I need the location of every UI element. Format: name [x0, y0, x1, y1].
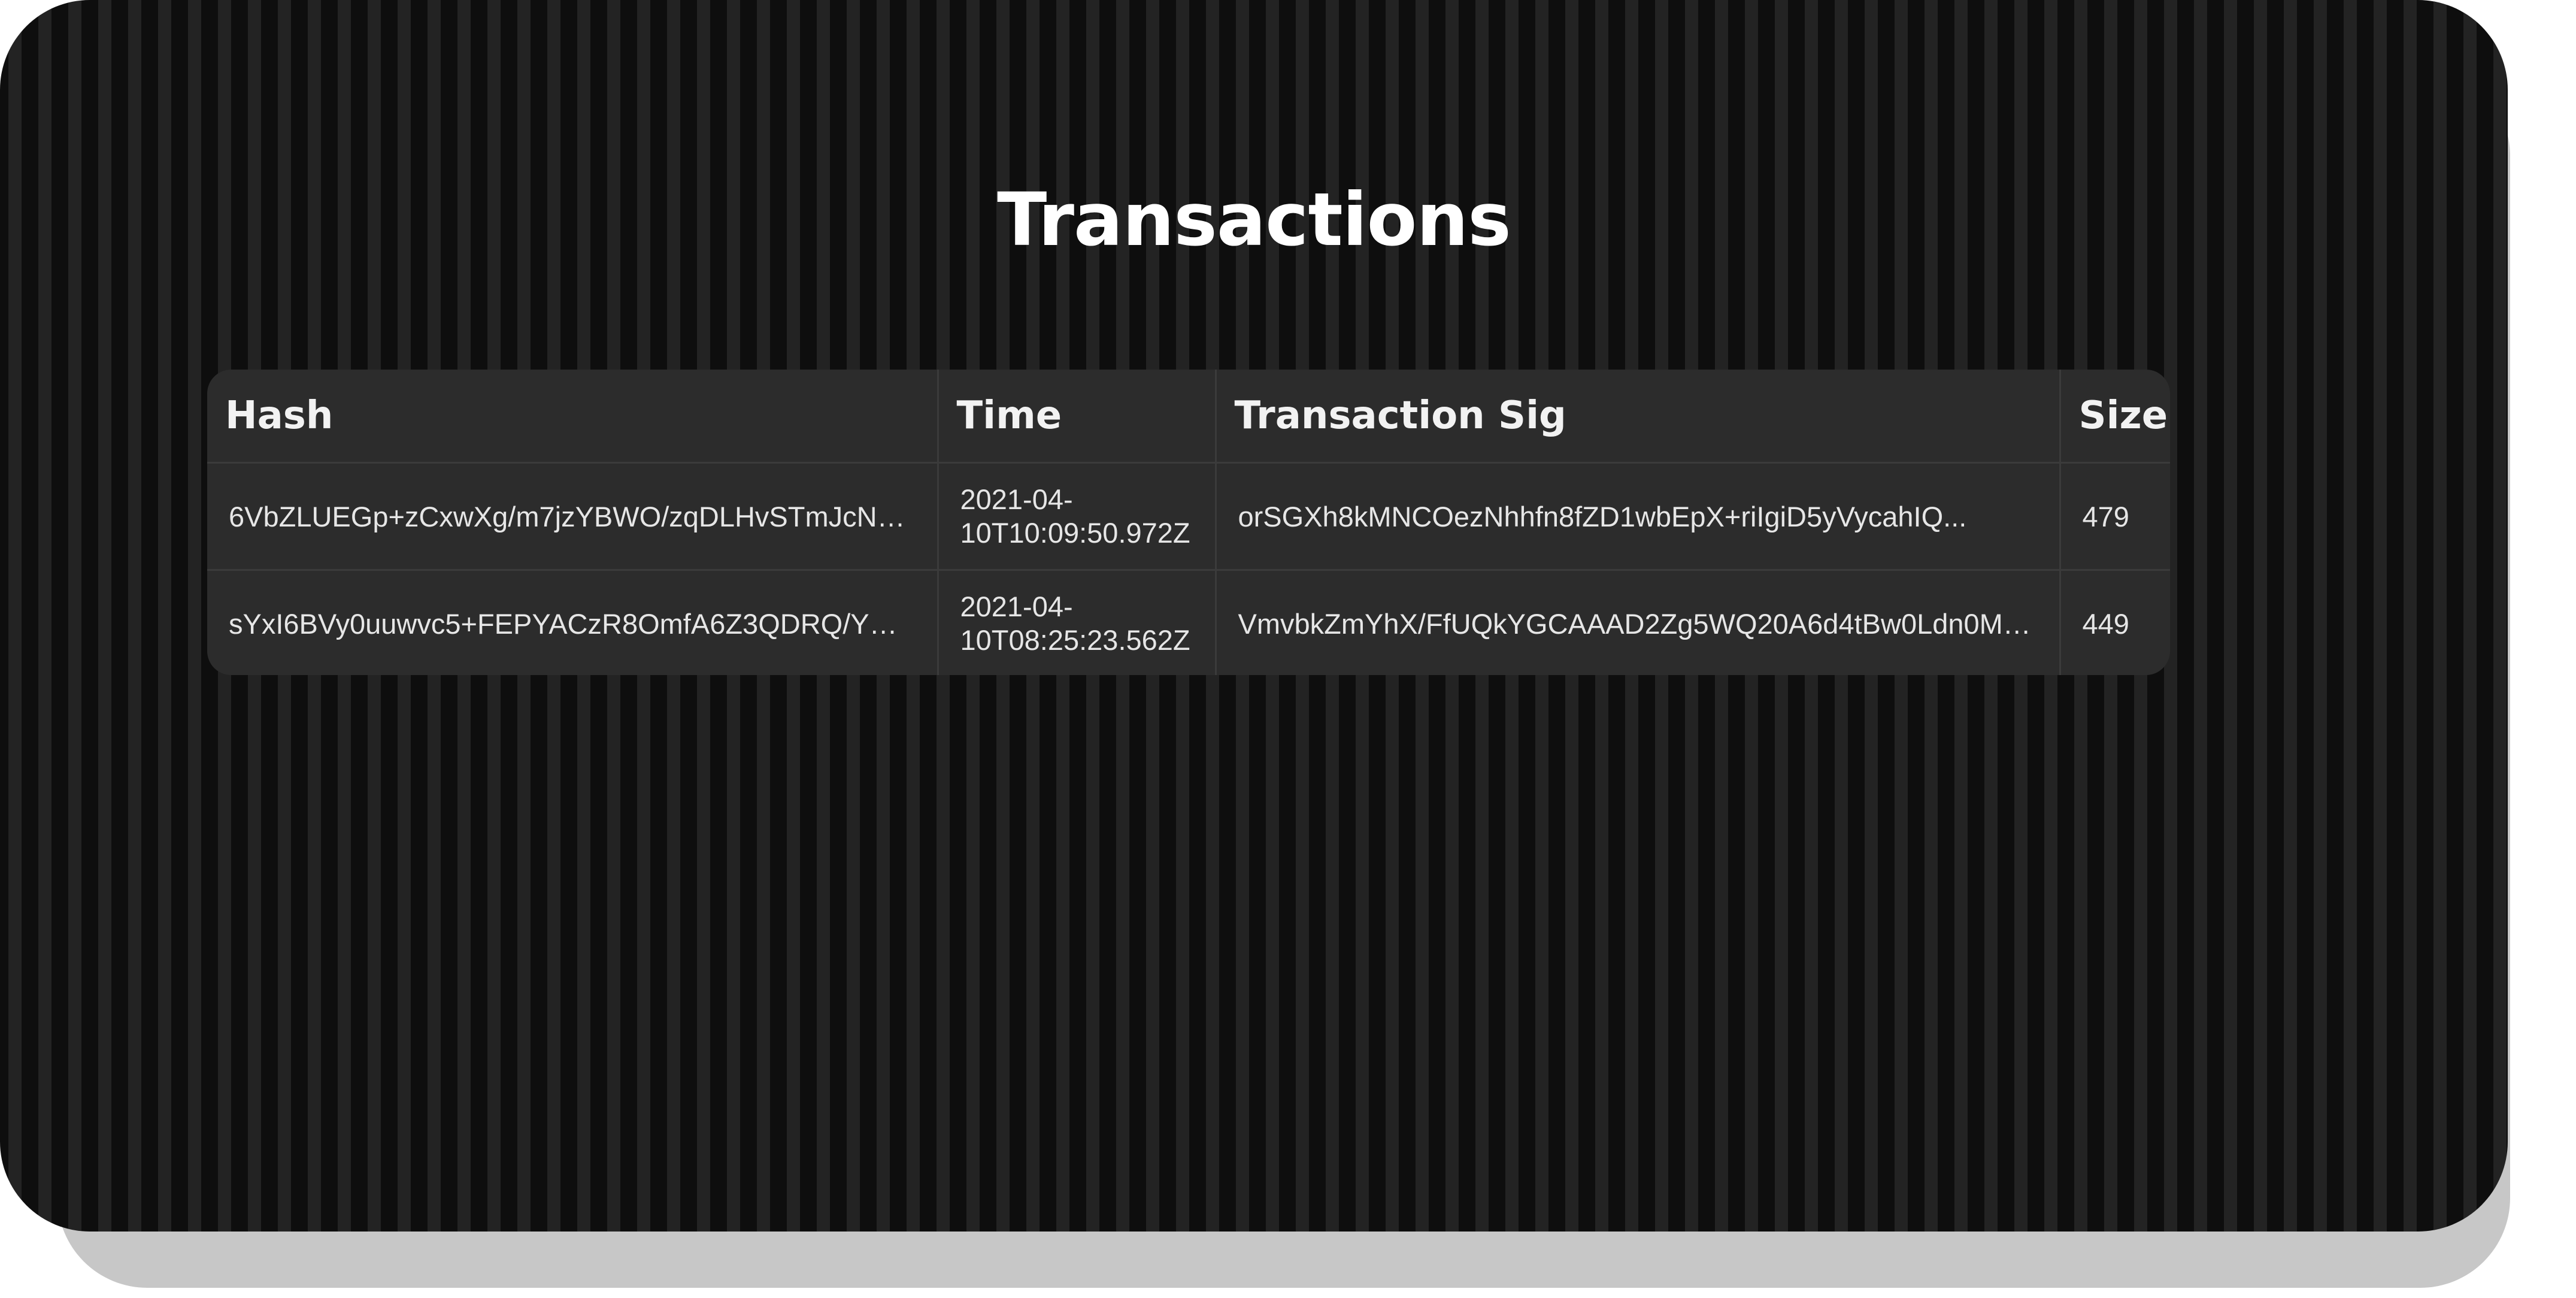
cell-time: 2021-04-10T10:09:50.972Z — [938, 462, 1217, 570]
cell-transaction-sig: VmvbkZmYhX/FfUQkYGCAAAD2Zg5WQ20A6d4tBw0L… — [1216, 569, 2061, 675]
column-header-transaction-sig[interactable]: Transaction Sig — [1216, 370, 2061, 464]
transactions-table: Hash Time Transaction Sig Size 6VbZLUEGp… — [207, 370, 2170, 675]
cell-time: 2021-04-10T08:25:23.562Z — [938, 569, 1217, 675]
table-row[interactable]: 6VbZLUEGp+zCxwXg/m7jzYBWO/zqDLHvSTmJcNn+… — [207, 462, 2170, 570]
cell-size: 479 — [2060, 462, 2170, 570]
cell-hash: 6VbZLUEGp+zCxwXg/m7jzYBWO/zqDLHvSTmJcNn+… — [207, 462, 939, 570]
app-window: Transactions Hash Time Transaction Sig S… — [0, 0, 2508, 1232]
column-header-time[interactable]: Time — [938, 370, 1217, 464]
column-header-size[interactable]: Size — [2060, 370, 2170, 464]
cell-transaction-sig: orSGXh8kMNCOezNhhfn8fZD1wbEpX+riIgiD5yVy… — [1216, 462, 2061, 570]
cell-size: 449 — [2060, 569, 2170, 675]
column-header-hash[interactable]: Hash — [207, 370, 939, 464]
cell-hash: sYxI6BVy0uuwvc5+FEPYACzR8OmfA6Z3QDRQ/YHQ… — [207, 569, 939, 675]
page-title: Transactions — [997, 177, 1511, 262]
table-header-row: Hash Time Transaction Sig Size — [207, 370, 2170, 464]
transactions-grid: Hash Time Transaction Sig Size 6VbZLUEGp… — [207, 370, 2170, 675]
table-row[interactable]: sYxI6BVy0uuwvc5+FEPYACzR8OmfA6Z3QDRQ/YHQ… — [207, 569, 2170, 675]
